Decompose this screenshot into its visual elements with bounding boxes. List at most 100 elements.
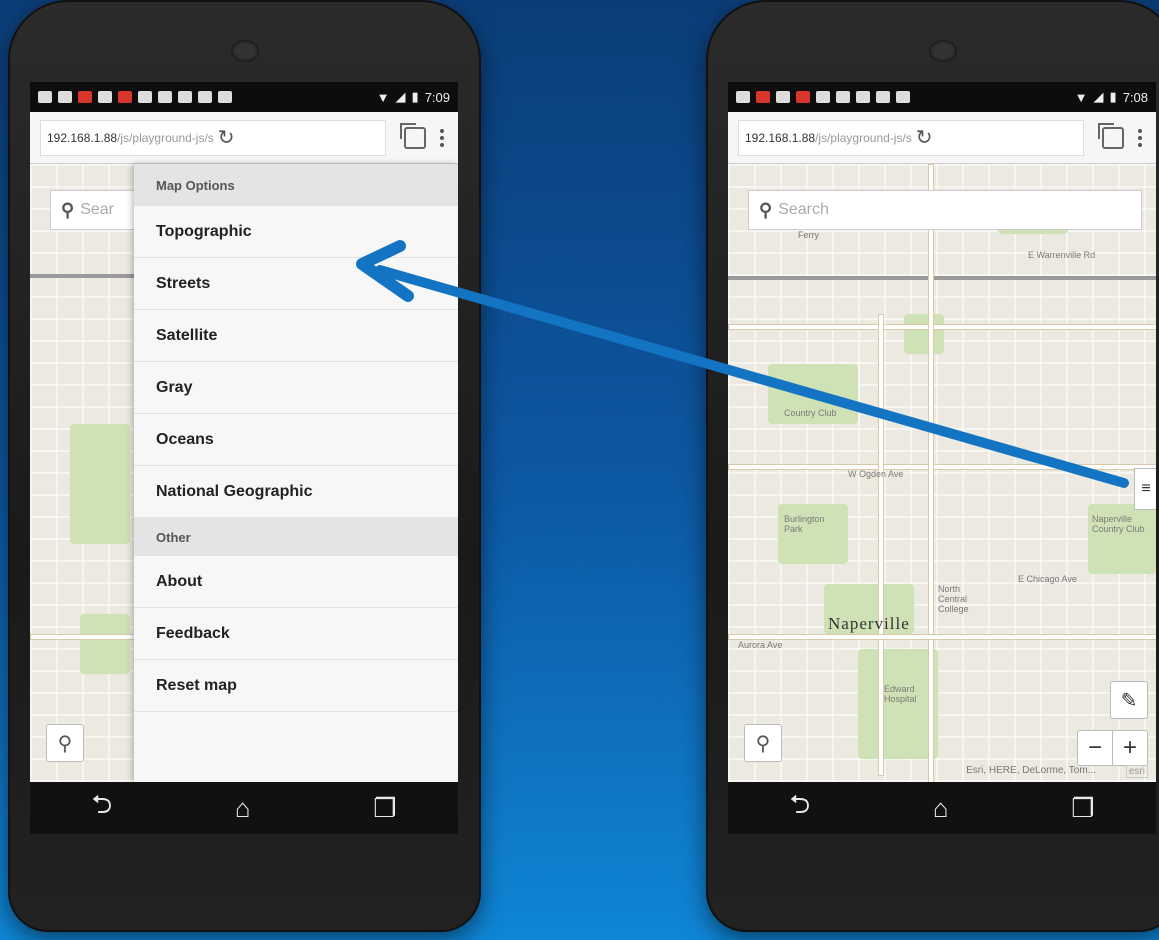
app-icon bbox=[776, 91, 790, 103]
zoom-control: − + bbox=[1077, 730, 1148, 766]
battery-icon: ▮ bbox=[411, 89, 419, 104]
voicemail-icon bbox=[836, 91, 850, 103]
right-screen: ▼ ◢ ▮ 7:08 192.168.1.88 /js/playground-j… bbox=[728, 82, 1156, 834]
street-label: Aurora Ave bbox=[738, 640, 783, 650]
park-label: Burlington Park bbox=[784, 514, 825, 534]
park-label: North Central College bbox=[938, 584, 969, 614]
road bbox=[728, 464, 1156, 470]
map-view[interactable]: Ferry E Warrenville Rd W Ogden Ave E Chi… bbox=[728, 164, 1156, 786]
search-icon: ⚲ bbox=[61, 199, 75, 220]
back-icon[interactable]: ⮌ bbox=[91, 786, 112, 830]
road bbox=[878, 314, 884, 776]
search-input[interactable]: Search bbox=[778, 201, 829, 219]
notification-icon bbox=[58, 91, 72, 103]
refresh-icon[interactable]: ↻ bbox=[218, 125, 235, 150]
menu-item-satellite[interactable]: Satellite bbox=[134, 310, 458, 362]
app-icon bbox=[796, 91, 810, 103]
notification-icons bbox=[38, 91, 232, 103]
right-phone: ▼ ◢ ▮ 7:08 192.168.1.88 /js/playground-j… bbox=[706, 0, 1159, 932]
zoom-in-button[interactable]: + bbox=[1112, 731, 1147, 765]
android-nav-bar: ⮌ ⌂ ❐ bbox=[30, 782, 458, 834]
menu-item-reset-map[interactable]: Reset map bbox=[134, 660, 458, 712]
url-path: /js/playground-js/s bbox=[117, 130, 214, 145]
refresh-icon[interactable]: ↻ bbox=[916, 125, 933, 150]
menu-item-oceans[interactable]: Oceans bbox=[134, 414, 458, 466]
wifi-icon: ▼ bbox=[1074, 89, 1088, 105]
park-label: Edward Hospital bbox=[884, 684, 917, 704]
browser-toolbar: 192.168.1.88 /js/playground-js/s ↻ bbox=[30, 112, 458, 164]
battery-icon: ▮ bbox=[1109, 89, 1117, 104]
search-box[interactable]: ⚲ Search bbox=[748, 190, 1142, 230]
search-input[interactable]: Sear bbox=[80, 201, 114, 219]
search-icon: ⚲ bbox=[759, 199, 773, 220]
park-area bbox=[904, 314, 944, 354]
app-icon bbox=[756, 91, 770, 103]
street-label: E Warrenville Rd bbox=[1028, 250, 1096, 260]
street-label: W Ogden Ave bbox=[848, 469, 904, 479]
overflow-menu-icon[interactable] bbox=[1138, 128, 1142, 147]
app-icon bbox=[98, 91, 112, 103]
city-label: Naperville bbox=[828, 614, 910, 633]
wifi-icon: ▼ bbox=[376, 89, 390, 105]
park-area bbox=[80, 614, 130, 674]
esri-logo: esri bbox=[1125, 765, 1148, 778]
menu-item-about[interactable]: About bbox=[134, 556, 458, 608]
home-icon[interactable]: ⌂ bbox=[933, 793, 949, 824]
map-pin-icon[interactable]: ⚲ bbox=[744, 724, 782, 762]
recents-icon[interactable]: ❐ bbox=[373, 793, 396, 824]
park-area bbox=[778, 504, 848, 564]
menu-section-header: Map Options bbox=[134, 164, 458, 206]
app-icon bbox=[896, 91, 910, 103]
status-time: 7:08 bbox=[1122, 89, 1148, 105]
road bbox=[30, 634, 142, 640]
status-time: 7:09 bbox=[424, 89, 450, 105]
url-path: /js/playground-js/s bbox=[815, 130, 912, 145]
android-nav-bar: ⮌ ⌂ ❐ bbox=[728, 782, 1156, 834]
map-pin-icon[interactable]: ⚲ bbox=[46, 724, 84, 762]
menu-item-gray[interactable]: Gray bbox=[134, 362, 458, 414]
signal-icon: ◢ bbox=[1093, 89, 1104, 104]
park-area bbox=[858, 649, 938, 759]
back-icon[interactable]: ⮌ bbox=[789, 786, 810, 830]
home-icon[interactable]: ⌂ bbox=[235, 793, 251, 824]
park-label: Country Club bbox=[784, 408, 837, 418]
hamburger-icon[interactable]: ≡ bbox=[1134, 468, 1156, 510]
status-bar: ▼ ◢ ▮ 7:08 bbox=[728, 82, 1156, 112]
warning-icon bbox=[38, 91, 52, 103]
pencil-icon[interactable]: ✎ bbox=[1110, 681, 1148, 719]
menu-item-feedback[interactable]: Feedback bbox=[134, 608, 458, 660]
menu-item-streets[interactable]: Streets bbox=[134, 258, 458, 310]
zoom-out-button[interactable]: − bbox=[1078, 731, 1112, 765]
download-icon bbox=[198, 91, 212, 103]
tabs-icon[interactable] bbox=[1098, 122, 1124, 149]
mail-icon bbox=[816, 91, 830, 103]
menu-item-topographic[interactable]: Topographic bbox=[134, 206, 458, 258]
earpiece bbox=[928, 40, 957, 62]
signal-icon: ◢ bbox=[395, 89, 406, 104]
app-icon bbox=[78, 91, 92, 103]
menu-item-national-geographic[interactable]: National Geographic bbox=[134, 466, 458, 518]
url-field[interactable]: 192.168.1.88 /js/playground-js/s ↻ bbox=[40, 119, 386, 156]
url-field[interactable]: 192.168.1.88 /js/playground-js/s ↻ bbox=[738, 119, 1084, 156]
notification-icons bbox=[736, 91, 910, 103]
recents-icon[interactable]: ❐ bbox=[1071, 793, 1094, 824]
left-phone: ▼ ◢ ▮ 7:09 192.168.1.88 /js/playground-j… bbox=[8, 0, 481, 932]
highway bbox=[30, 274, 140, 278]
overflow-menu-icon[interactable] bbox=[440, 128, 444, 147]
status-bar: ▼ ◢ ▮ 7:09 bbox=[30, 82, 458, 112]
park-label: Naperville Country Club bbox=[1092, 514, 1145, 534]
app-icon bbox=[178, 91, 192, 103]
app-icon bbox=[218, 91, 232, 103]
street-label: E Chicago Ave bbox=[1018, 574, 1077, 584]
left-screen: ▼ ◢ ▮ 7:09 192.168.1.88 /js/playground-j… bbox=[30, 82, 458, 834]
url-host: 192.168.1.88 bbox=[47, 130, 118, 145]
street-label: Ferry bbox=[798, 230, 819, 240]
url-host: 192.168.1.88 bbox=[745, 130, 816, 145]
map-attribution: Esri, HERE, DeLorme, Tom... bbox=[966, 765, 1096, 776]
road bbox=[728, 324, 1156, 330]
mail-icon bbox=[138, 91, 152, 103]
browser-toolbar: 192.168.1.88 /js/playground-js/s ↻ bbox=[728, 112, 1156, 164]
highway bbox=[728, 276, 1156, 280]
road bbox=[728, 634, 1156, 640]
tabs-icon[interactable] bbox=[400, 122, 426, 149]
